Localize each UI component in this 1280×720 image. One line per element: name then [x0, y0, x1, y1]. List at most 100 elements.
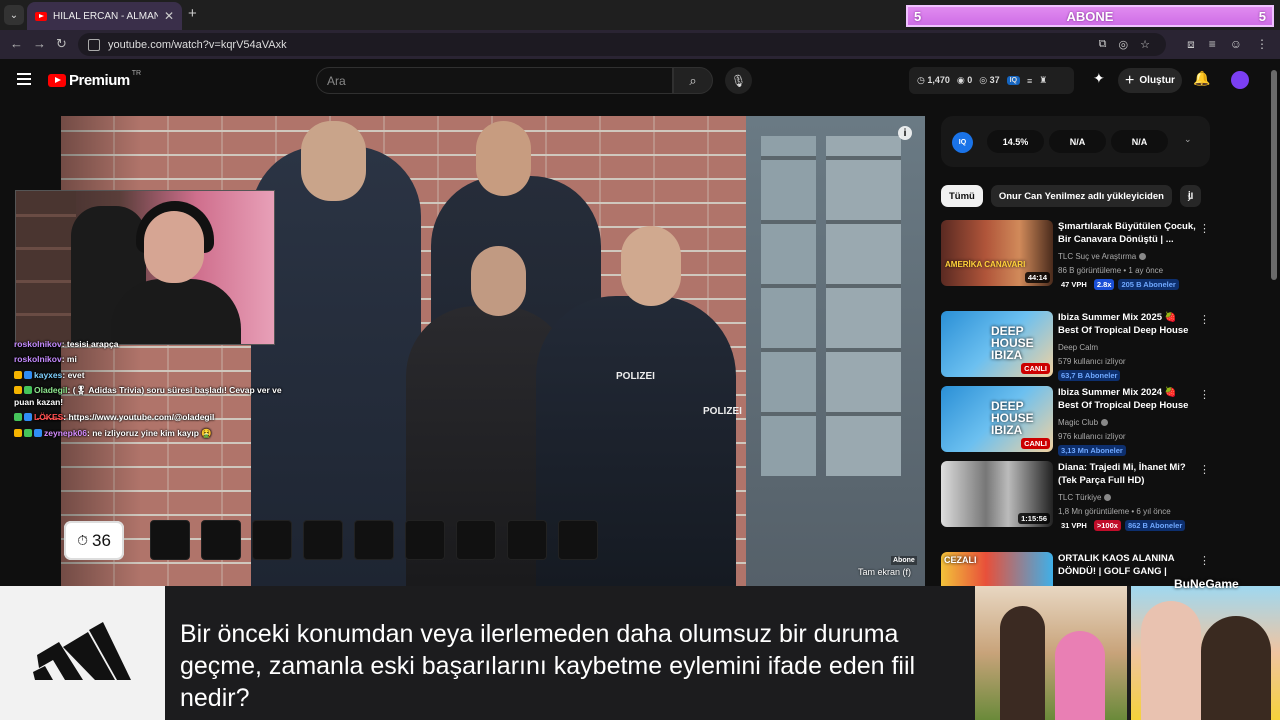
- menu-hamburger-icon[interactable]: [17, 73, 31, 85]
- iq-pill-2[interactable]: N/A: [1049, 130, 1106, 153]
- create-label: Oluştur: [1139, 75, 1175, 86]
- reload-icon[interactable]: ↻: [56, 36, 67, 52]
- iq-pill-1[interactable]: 14.5%: [987, 130, 1044, 153]
- answer-letter-slot: [303, 520, 343, 560]
- trivia-question-text: Bir önceki konumdan veya ilerlemeden dah…: [180, 620, 916, 712]
- extension-stats-pill[interactable]: ◷ 1,470 ◉ 0 ◎ 37 IQ ≡ ♜: [909, 67, 1074, 94]
- live-badge: CANLI: [1021, 438, 1050, 449]
- stopwatch-icon: ⏱: [77, 532, 88, 548]
- tab-search-icon[interactable]: ⌄: [4, 5, 24, 25]
- avatar[interactable]: [1231, 71, 1249, 89]
- eye-off-icon[interactable]: ◎: [1119, 38, 1129, 51]
- reading-list-icon[interactable]: ≡: [1209, 37, 1216, 52]
- browser-tab[interactable]: HİLAL ERCAN - ALMANYA'DA K ✕: [27, 2, 182, 30]
- browser-menu-icon[interactable]: ⋮: [1256, 37, 1268, 52]
- subscribe-watermark[interactable]: Abone: [891, 556, 917, 565]
- address-bar-row: ← → ↻ youtube.com/watch?v=kqrV54aVAxk ⧉ …: [0, 30, 1280, 59]
- notifications-bell-icon[interactable]: 🔔: [1193, 70, 1210, 87]
- iq-pill-3[interactable]: N/A: [1111, 130, 1168, 153]
- extension-icons: ⧈ ≡ ☺ ⋮: [1187, 37, 1268, 52]
- answer-letter-slot: [405, 520, 445, 560]
- stat-watch: ◎ 37: [979, 75, 1000, 85]
- chat-message: roskolnikov: tesisi arapça: [14, 339, 119, 349]
- microphone-icon: 🎙: [730, 73, 747, 88]
- duration-badge: 1:15:56: [1018, 513, 1050, 524]
- more-options-icon[interactable]: ⋮: [1199, 222, 1210, 235]
- video-thumbnail[interactable]: DEEP HOUSE IBIZA CANLI: [941, 311, 1053, 377]
- recommendation-item[interactable]: DEEP HOUSE IBIZA CANLI Ibiza Summer Mix …: [941, 386, 1211, 456]
- stats-tags: 31 VPH >100x 862 B Aboneler: [1058, 520, 1186, 531]
- recommendation-item[interactable]: AMERİKA CANAVARI 44:14 Şımartılarak Büyü…: [941, 220, 1211, 290]
- extension-sparkle-icon[interactable]: ✦: [1093, 70, 1105, 87]
- video-stats: 579 kullanıcı izliyor: [1058, 357, 1126, 366]
- info-icon[interactable]: i: [898, 126, 912, 140]
- iq-extension-icon: IQ: [1006, 76, 1021, 85]
- video-thumbnail[interactable]: CEZALI: [941, 552, 1053, 586]
- answer-letter-slot: [456, 520, 496, 560]
- more-options-icon[interactable]: ⋮: [1199, 554, 1210, 567]
- chat-badge-icon: [14, 428, 22, 437]
- forward-arrow-icon[interactable]: →: [33, 36, 46, 51]
- timer-value: 36: [92, 530, 111, 550]
- adidas-ad-image-1: [975, 586, 1127, 720]
- chat-message: roskolnikov: mi: [14, 354, 77, 365]
- video-title[interactable]: Şımartılarak Büyütülen Çocuk, Bir Canava…: [1058, 220, 1196, 247]
- more-options-icon[interactable]: ⋮: [1199, 313, 1210, 326]
- logo-region: TR: [131, 70, 142, 77]
- more-options-icon[interactable]: ⋮: [1199, 388, 1210, 401]
- site-info-icon[interactable]: [88, 38, 100, 51]
- chat-badge-icon: [24, 370, 32, 379]
- verified-icon: [1139, 253, 1147, 260]
- stats-tags: 47 VPH 2.8x 205 B Aboneler: [1058, 279, 1179, 290]
- video-title[interactable]: Diana: Trajedi Mi, İhanet Mi? (Tek Parça…: [1058, 461, 1196, 488]
- video-stats: 1,8 Mn görüntüleme • 6 yıl önce: [1058, 507, 1171, 516]
- video-title[interactable]: Ibiza Summer Mix 2025 🍓 Best Of Tropical…: [1058, 311, 1196, 339]
- page-scrollbar[interactable]: [1271, 70, 1277, 280]
- chevron-down-icon[interactable]: ⌄: [1184, 134, 1192, 145]
- video-stats: 86 B görüntüleme • 1 ay önce: [1058, 266, 1164, 275]
- video-thumbnail[interactable]: 1:15:56: [941, 461, 1053, 527]
- create-button[interactable]: + Oluştur: [1118, 68, 1182, 93]
- subscribe-goal-right-count: 5: [1258, 8, 1266, 24]
- install-icon[interactable]: ⧉: [1099, 38, 1107, 51]
- polizei-badge-text-2: POLIZEI: [703, 406, 742, 417]
- search-button[interactable]: ⌕: [673, 67, 713, 94]
- video-title[interactable]: ORTALIK KAOS ALANINA DÖNDÜ! | GOLF GANG …: [1058, 552, 1196, 580]
- chat-badge-icon: [34, 428, 42, 437]
- more-options-icon[interactable]: ⋮: [1199, 463, 1210, 476]
- list-icon: ≡: [1027, 75, 1033, 86]
- search-input[interactable]: Ara: [316, 67, 673, 94]
- video-thumbnail[interactable]: AMERİKA CANAVARI 44:14: [941, 220, 1053, 286]
- extensions-puzzle-icon[interactable]: ⧈: [1187, 37, 1195, 52]
- bunegame-watermark: BuNeGame: [1174, 577, 1239, 591]
- recommendation-item[interactable]: CEZALI ORTALIK KAOS ALANINA DÖNDÜ! | GOL…: [941, 552, 1211, 586]
- bookmark-star-icon[interactable]: ☆: [1140, 38, 1150, 51]
- url-action-icons: ⧉ ◎ ☆: [1099, 38, 1150, 51]
- plus-icon: +: [1125, 71, 1135, 89]
- recommendation-item[interactable]: DEEP HOUSE IBIZA CANLI Ibiza Summer Mix …: [941, 311, 1211, 381]
- youtube-play-logo-icon: [48, 74, 66, 87]
- stream-chat-overlay: roskolnikov: tesisi arapça roskolnikov: …: [14, 339, 284, 443]
- chevron-right-icon[interactable]: ›: [1187, 189, 1192, 205]
- video-stats: 976 kullanıcı izliyor: [1058, 432, 1126, 441]
- profile-icon[interactable]: ☺: [1230, 37, 1242, 52]
- chip-all[interactable]: Tümü: [941, 185, 983, 207]
- recommendation-item[interactable]: 1:15:56 Diana: Trajedi Mi, İhanet Mi? (T…: [941, 461, 1211, 531]
- chat-message: zeynepk06: ne izliyoruz yine kim kayıp 🤮: [14, 428, 284, 439]
- answer-letter-slot: [201, 520, 241, 560]
- youtube-premium-logo[interactable]: Premium TR: [48, 70, 142, 89]
- voice-search-button[interactable]: 🎙: [725, 67, 752, 94]
- chat-badge-icon: [14, 370, 22, 379]
- logo-text: Premium: [69, 72, 130, 89]
- chip-uploader[interactable]: Onur Can Yenilmez adlı yükleyiciden: [990, 185, 1172, 207]
- chat-badge-icon: [14, 386, 22, 395]
- url-field[interactable]: youtube.com/watch?v=kqrV54aVAxk: [78, 33, 1166, 56]
- video-thumbnail[interactable]: DEEP HOUSE IBIZA CANLI: [941, 386, 1053, 452]
- new-tab-button[interactable]: +: [188, 5, 197, 22]
- trivia-question-banner: Bir önceki konumdan veya ilerlemeden dah…: [0, 586, 1280, 720]
- video-title[interactable]: Ibiza Summer Mix 2024 🍓 Best Of Tropical…: [1058, 386, 1196, 414]
- stats-tags: 3,13 Mn Aboneler: [1058, 445, 1126, 456]
- back-arrow-icon[interactable]: ←: [10, 36, 23, 51]
- tab-close-icon[interactable]: ✕: [164, 9, 174, 23]
- answer-letter-slot: [252, 520, 292, 560]
